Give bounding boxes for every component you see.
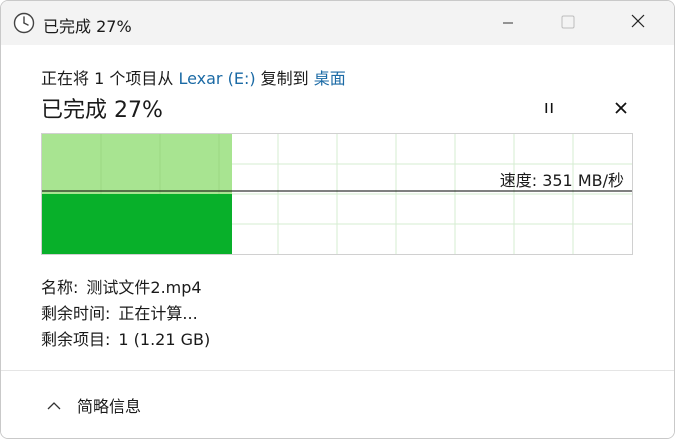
source-link[interactable]: Lexar (E:) bbox=[178, 69, 255, 88]
file-name-value: 测试文件2.mp4 bbox=[86, 278, 202, 297]
speed-graph-canvas bbox=[42, 134, 632, 254]
time-remaining-row: 剩余时间: 正在计算... bbox=[41, 300, 198, 324]
destination-link[interactable]: 桌面 bbox=[314, 69, 346, 88]
title-bar[interactable]: 已完成 27% bbox=[1, 1, 674, 45]
maximize-button[interactable] bbox=[545, 1, 591, 45]
minimize-button[interactable] bbox=[485, 1, 531, 45]
dialog-footer: 简略信息 bbox=[1, 371, 674, 438]
file-name-label: 名称: bbox=[41, 278, 79, 297]
copy-prefix: 正在将 1 个项目从 bbox=[41, 69, 179, 88]
items-remaining-value: 1 (1.21 GB) bbox=[118, 330, 211, 349]
speed-history-area bbox=[42, 194, 232, 254]
dialog-content: 正在将 1 个项目从 Lexar (E:) 复制到 桌面 已完成 27% 速度:… bbox=[1, 45, 674, 438]
maximize-icon bbox=[561, 14, 575, 33]
copy-description: 正在将 1 个项目从 Lexar (E:) 复制到 桌面 bbox=[41, 65, 346, 89]
minimize-icon bbox=[502, 14, 514, 33]
copy-progress-window: 已完成 27% 正在将 1 个项目从 Lexar (E:) 复制到 桌面 已完成 bbox=[0, 0, 675, 439]
items-remaining-label: 剩余项目: bbox=[41, 330, 111, 349]
items-remaining-row: 剩余项目: 1 (1.21 GB) bbox=[41, 326, 210, 350]
time-remaining-value: 正在计算... bbox=[118, 304, 198, 323]
clock-icon bbox=[13, 12, 35, 34]
progress-heading: 已完成 27% bbox=[41, 98, 163, 123]
transfer-speed-graph: 速度: 351 MB/秒 bbox=[41, 133, 633, 255]
copy-middle: 复制到 bbox=[255, 69, 314, 88]
less-info-button[interactable]: 简略信息 bbox=[47, 393, 141, 417]
file-name-row: 名称: 测试文件2.mp4 bbox=[41, 274, 202, 298]
chevron-up-icon bbox=[47, 396, 61, 415]
speed-label: 速度: 351 MB/秒 bbox=[499, 171, 624, 190]
window-title: 已完成 27% bbox=[43, 17, 132, 36]
pause-icon bbox=[542, 100, 556, 119]
less-info-label: 简略信息 bbox=[77, 397, 142, 416]
stop-button[interactable] bbox=[607, 97, 635, 121]
close-button[interactable] bbox=[615, 1, 661, 45]
time-remaining-label: 剩余时间: bbox=[41, 304, 111, 323]
close-icon bbox=[630, 13, 646, 33]
stop-icon bbox=[614, 100, 628, 119]
pause-button[interactable] bbox=[535, 97, 563, 121]
